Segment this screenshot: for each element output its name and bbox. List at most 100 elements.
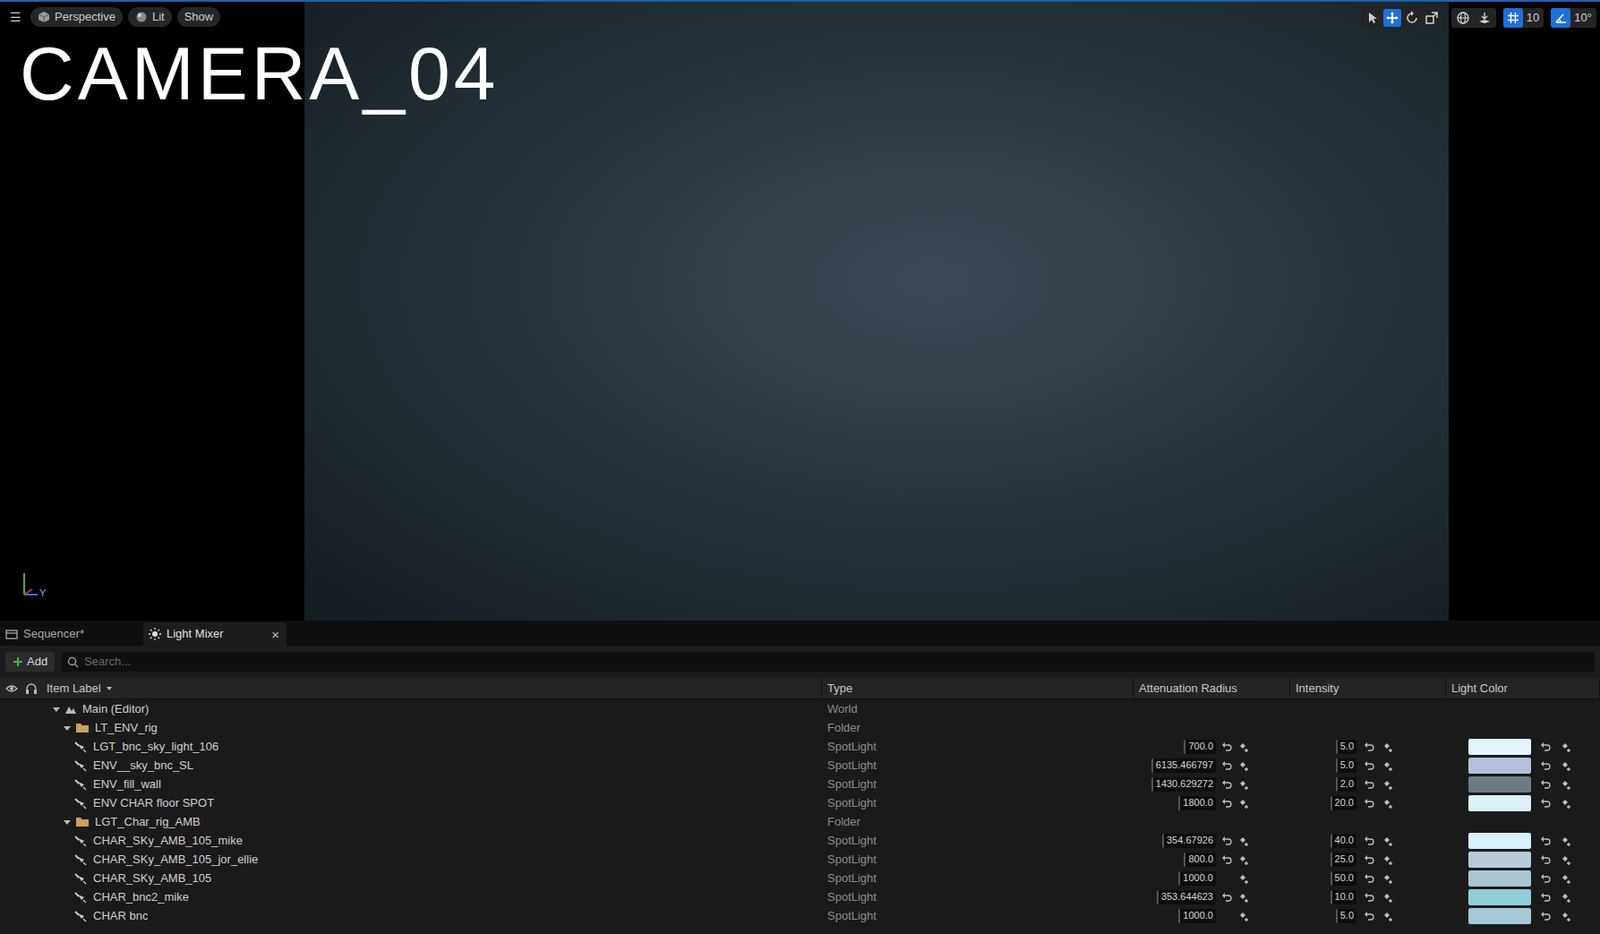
add-key-icon[interactable] — [1559, 872, 1572, 884]
number-field[interactable]: 40.0 — [1330, 833, 1357, 848]
add-key-icon[interactable] — [1381, 778, 1394, 790]
viewport[interactable]: ☰PerspectiveLitShow 1010° CAMERA_04 Y — [0, 0, 1600, 621]
rotate-tool-button[interactable] — [1403, 8, 1421, 27]
add-key-icon[interactable] — [1381, 740, 1394, 753]
world-space-button[interactable] — [1454, 8, 1472, 27]
show-button[interactable]: Show — [177, 7, 222, 27]
reset-icon[interactable] — [1540, 740, 1551, 753]
reset-icon[interactable] — [1363, 796, 1375, 809]
color-swatch[interactable] — [1468, 795, 1532, 812]
reset-icon[interactable] — [1363, 759, 1375, 771]
table-row[interactable]: ENV_fill_wallSpotLight1430.6292722.0 — [0, 774, 1600, 794]
number-field[interactable]: 800.0 — [1183, 852, 1216, 867]
add-key-icon[interactable] — [1237, 890, 1250, 903]
reset-icon[interactable] — [1221, 759, 1233, 771]
add-key-icon[interactable] — [1237, 740, 1250, 753]
search-input[interactable] — [84, 652, 1590, 671]
table-row[interactable]: LGT_bnc_sky_light_106SpotLight700.05.0 — [0, 736, 1600, 756]
column-header[interactable]: Intensity — [1290, 677, 1446, 699]
rotation-snap-toggle[interactable] — [1550, 8, 1571, 28]
search-field[interactable] — [61, 651, 1595, 672]
table-row[interactable]: CHAR_bnc2_mikeSpotLight353.64462310.0 — [0, 887, 1600, 907]
move-tool-button[interactable] — [1383, 8, 1402, 27]
table-row[interactable]: CHAR_SKy_AMB_105SpotLight1000.050.0 — [0, 868, 1600, 888]
reset-icon[interactable] — [1221, 853, 1233, 865]
table-row[interactable]: LT_ENV_rigFolder — [0, 718, 1600, 737]
color-swatch[interactable] — [1468, 776, 1532, 793]
number-field[interactable]: 1000.0 — [1178, 871, 1216, 886]
rotation-snap[interactable]: 10° — [1550, 8, 1597, 28]
number-field[interactable]: 1430.629272 — [1151, 777, 1216, 792]
color-swatch[interactable] — [1468, 738, 1532, 755]
reset-icon[interactable] — [1540, 872, 1551, 884]
reset-icon[interactable] — [1221, 890, 1233, 903]
reset-icon[interactable] — [1540, 834, 1551, 847]
add-key-icon[interactable] — [1381, 890, 1394, 903]
add-key-icon[interactable] — [1381, 872, 1394, 884]
reset-icon[interactable] — [1540, 759, 1551, 771]
reset-icon[interactable] — [1540, 778, 1551, 790]
reset-icon[interactable] — [1363, 890, 1375, 903]
number-field[interactable]: 354.67926 — [1162, 833, 1216, 848]
reset-icon[interactable] — [1221, 909, 1233, 922]
number-field[interactable]: 1800.0 — [1178, 795, 1216, 811]
table-row[interactable]: LGT_Char_rig_AMBFolder — [0, 812, 1600, 831]
add-key-icon[interactable] — [1559, 759, 1572, 771]
number-field[interactable]: 5.0 — [1335, 739, 1357, 754]
panel-tab[interactable]: Sequencer* — [0, 622, 144, 646]
add-key-icon[interactable] — [1237, 834, 1250, 847]
expander-icon[interactable] — [62, 723, 72, 733]
reset-icon[interactable] — [1221, 740, 1233, 753]
add-key-icon[interactable] — [1381, 909, 1394, 922]
add-key-icon[interactable] — [1237, 759, 1250, 771]
grid-snap-value[interactable]: 10 — [1526, 8, 1540, 27]
number-field[interactable]: 5.0 — [1335, 908, 1357, 924]
reset-icon[interactable] — [1540, 890, 1551, 903]
table-row[interactable]: Main (Editor)World — [0, 699, 1600, 719]
color-swatch[interactable] — [1468, 851, 1532, 868]
color-swatch[interactable] — [1468, 832, 1532, 849]
add-key-icon[interactable] — [1559, 778, 1572, 790]
number-field[interactable]: 353.644623 — [1156, 889, 1216, 905]
reset-icon[interactable] — [1540, 796, 1551, 809]
view-mode-button[interactable]: Perspective — [30, 7, 123, 27]
add-key-icon[interactable] — [1381, 759, 1394, 771]
select-tool-button[interactable] — [1363, 8, 1382, 27]
add-key-icon[interactable] — [1237, 909, 1250, 922]
reset-icon[interactable] — [1221, 778, 1233, 790]
number-field[interactable]: 10.0 — [1330, 889, 1357, 905]
expander-icon[interactable] — [51, 704, 61, 714]
reset-icon[interactable] — [1363, 853, 1375, 865]
number-field[interactable]: 20.0 — [1330, 795, 1357, 811]
add-key-icon[interactable] — [1559, 853, 1572, 865]
add-key-icon[interactable] — [1381, 853, 1394, 865]
surface-snap-button[interactable] — [1475, 8, 1494, 27]
rotation-snap-value[interactable]: 10° — [1574, 8, 1592, 27]
reset-icon[interactable] — [1363, 834, 1375, 847]
add-key-icon[interactable] — [1237, 853, 1250, 865]
add-key-icon[interactable] — [1559, 796, 1572, 809]
number-field[interactable]: 50.0 — [1330, 871, 1357, 886]
number-field[interactable]: 5.0 — [1335, 758, 1357, 773]
number-field[interactable]: 700.0 — [1183, 739, 1216, 754]
column-header[interactable]: Light Color — [1445, 677, 1600, 699]
reset-icon[interactable] — [1540, 909, 1551, 922]
table-row[interactable]: CHAR bncSpotLight1000.05.0 — [0, 906, 1600, 925]
add-key-icon[interactable] — [1559, 740, 1572, 753]
table-row[interactable]: CHAR_SKy_AMB_105_jor_ellieSpotLight800.0… — [0, 849, 1600, 869]
close-tab-button[interactable]: × — [269, 627, 282, 642]
add-key-icon[interactable] — [1559, 909, 1572, 922]
color-swatch[interactable] — [1468, 907, 1532, 925]
reset-icon[interactable] — [1221, 872, 1233, 884]
column-header[interactable]: Attenuation Radius — [1133, 677, 1291, 699]
grid-snap-toggle[interactable] — [1503, 8, 1523, 28]
panel-tab[interactable]: Light Mixer× — [143, 622, 287, 646]
grid-snap[interactable]: 10 — [1503, 8, 1544, 28]
reset-icon[interactable] — [1221, 796, 1233, 809]
reset-icon[interactable] — [1363, 740, 1375, 753]
add-key-icon[interactable] — [1559, 890, 1572, 903]
add-key-icon[interactable] — [1237, 872, 1250, 884]
number-field[interactable]: 6135.466797 — [1151, 758, 1216, 773]
add-key-icon[interactable] — [1237, 796, 1250, 809]
column-header[interactable]: Item Label — [0, 677, 822, 699]
